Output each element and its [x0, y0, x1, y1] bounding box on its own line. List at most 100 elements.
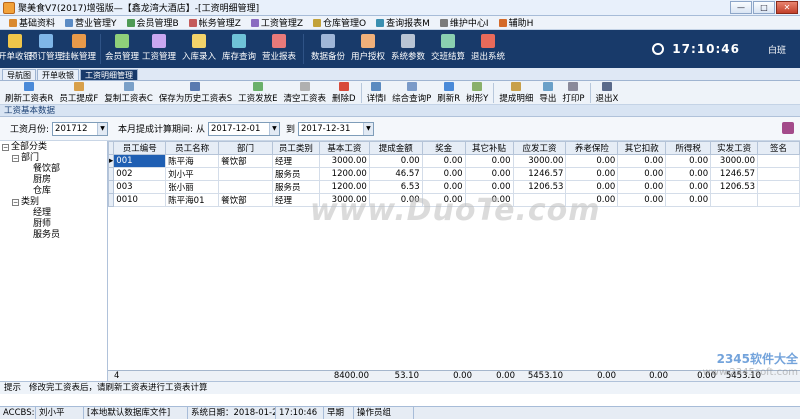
cell[interactable]: 1246.57	[710, 167, 759, 181]
book-icon[interactable]	[782, 122, 794, 134]
table-row[interactable]: 0010 陈平海01 餐饮部 经理 3000.00 0.00 0.00 0.00…	[108, 193, 800, 207]
cell[interactable]: 1200.00	[318, 167, 370, 181]
column-header[interactable]: 实发工资	[710, 141, 759, 155]
cell[interactable]	[710, 193, 759, 207]
cell[interactable]: 服务员	[271, 180, 320, 194]
system-settings-button[interactable]: 系统参数	[388, 30, 428, 68]
cell[interactable]: 3000.00	[318, 154, 370, 168]
cell[interactable]: 001	[113, 154, 167, 168]
cell[interactable]: 0.00	[665, 167, 712, 181]
employee-commission-button[interactable]: 员工提成F	[56, 81, 101, 105]
close-button[interactable]: ✕	[776, 1, 798, 14]
cell[interactable]: 服务员	[271, 167, 320, 181]
maximize-button[interactable]: □	[753, 1, 775, 14]
refresh-salary-button[interactable]: 刷新工资表R	[2, 81, 56, 105]
cell[interactable]	[218, 167, 273, 181]
menu-member[interactable]: 会员管理B	[122, 16, 184, 29]
cell[interactable]: 刘小平	[165, 167, 220, 181]
checkout-button[interactable]: 开单收银	[0, 30, 32, 68]
details-button[interactable]: 详情I	[364, 81, 390, 105]
cell[interactable]: 6.53	[368, 180, 423, 194]
table-row[interactable]: 003 张小丽 服务员 1200.00 6.53 0.00 0.00 1206.…	[108, 180, 800, 194]
column-header[interactable]: 养老保险	[565, 141, 619, 155]
cell[interactable]: 0.00	[464, 167, 514, 181]
combined-query-button[interactable]: 综合查询P	[389, 81, 434, 105]
cell[interactable]: 餐饮部	[218, 193, 273, 207]
cell[interactable]: 经理	[271, 154, 320, 168]
menu-reports[interactable]: 查询报表M	[371, 16, 435, 29]
cell[interactable]: 陈平海	[165, 154, 220, 168]
column-header[interactable]: 签名	[757, 141, 800, 155]
cell[interactable]: 0.00	[565, 180, 619, 194]
cell[interactable]: 0.00	[464, 180, 514, 194]
cell[interactable]: 0010	[113, 193, 167, 207]
cell[interactable]: 0.00	[464, 193, 514, 207]
tree-node-kitchen[interactable]: 厨房	[0, 175, 107, 186]
cell[interactable]	[757, 193, 800, 207]
inventory-query-button[interactable]: 库存查询	[219, 30, 259, 68]
refresh-button[interactable]: 刷新R	[434, 81, 463, 105]
tree-node-department[interactable]: − 部门	[0, 153, 107, 164]
menu-basic-data[interactable]: 基础资料	[4, 16, 60, 29]
tree-node-warehouse[interactable]: 仓库	[0, 186, 107, 197]
cell[interactable]: 经理	[271, 193, 320, 207]
exit-button[interactable]: 退出X	[593, 81, 622, 105]
cell[interactable]: 0.00	[665, 154, 712, 168]
collapse-icon[interactable]: −	[12, 155, 19, 162]
cell[interactable]	[218, 180, 273, 194]
column-header[interactable]: 其它扣款	[617, 141, 667, 155]
period-from-date[interactable]: 2017-12-01 ▼	[207, 121, 280, 136]
shift-settle-button[interactable]: 交班结算	[428, 30, 468, 68]
cell[interactable]: 0.00	[368, 193, 423, 207]
cell[interactable]	[757, 167, 800, 181]
menu-business[interactable]: 营业管理Y	[60, 16, 122, 29]
delete-button[interactable]: 删除D	[329, 81, 359, 105]
tree-node-category[interactable]: − 类别	[0, 197, 107, 208]
cell[interactable]: 1246.57	[512, 167, 567, 181]
cell[interactable]: 1206.53	[710, 180, 759, 194]
cell[interactable]: 0.00	[665, 193, 712, 207]
column-header[interactable]: 提成金额	[368, 141, 423, 155]
cell[interactable]: 0.00	[565, 154, 619, 168]
minimize-button[interactable]: —	[730, 1, 752, 14]
copy-salary-button[interactable]: 复制工资表C	[101, 81, 155, 105]
commission-detail-button[interactable]: 提成明细	[496, 81, 536, 105]
clear-salary-button[interactable]: 清空工资表	[281, 81, 330, 105]
cell[interactable]: 0.00	[421, 154, 466, 168]
menu-accounts[interactable]: 帐务管理Z	[184, 16, 246, 29]
exit-system-button[interactable]: 退出系统	[468, 30, 508, 68]
salary-button[interactable]: 工资管理	[139, 30, 179, 68]
credit-button[interactable]: 挂帐管理	[62, 30, 96, 68]
tab-salary-detail[interactable]: 工资明细管理	[80, 69, 138, 80]
cell[interactable]: 46.57	[368, 167, 423, 181]
cell[interactable]	[757, 154, 800, 168]
save-history-button[interactable]: 保存为历史工资表S	[156, 81, 235, 105]
cell[interactable]: 3000.00	[710, 154, 759, 168]
cell[interactable]: 陈平海01	[165, 193, 220, 207]
backup-button[interactable]: 数据备份	[308, 30, 348, 68]
salary-month-select[interactable]: 201712 ▼	[52, 121, 109, 136]
member-button[interactable]: 会员管理	[105, 30, 139, 68]
menu-salary[interactable]: 工资管理Z	[246, 16, 308, 29]
cell[interactable]: 0.00	[665, 180, 712, 194]
tab-navigation[interactable]: 导航图	[2, 69, 36, 80]
user-permission-button[interactable]: 用户授权	[348, 30, 388, 68]
menu-help[interactable]: 辅助H	[494, 16, 539, 29]
column-header[interactable]: 基本工资	[318, 141, 370, 155]
export-button[interactable]: 导出	[536, 81, 559, 105]
tree-node-catering[interactable]: 餐饮部	[0, 164, 107, 175]
cell[interactable]: 0.00	[617, 193, 667, 207]
cell[interactable]: 0.00	[421, 167, 466, 181]
menu-warehouse[interactable]: 仓库管理O	[308, 16, 371, 29]
cell[interactable]: 0.00	[617, 154, 667, 168]
cell[interactable]	[512, 193, 567, 207]
cell[interactable]: 002	[113, 167, 167, 181]
cell[interactable]: 003	[113, 180, 167, 194]
cell[interactable]: 0.00	[368, 154, 423, 168]
tree-root[interactable]: − 全部分类	[0, 142, 107, 153]
cell[interactable]: 3000.00	[512, 154, 567, 168]
column-header[interactable]: 奖金	[421, 141, 466, 155]
column-header[interactable]: 应发工资	[512, 141, 567, 155]
cell[interactable]: 张小丽	[165, 180, 220, 194]
cell[interactable]: 3000.00	[318, 193, 370, 207]
